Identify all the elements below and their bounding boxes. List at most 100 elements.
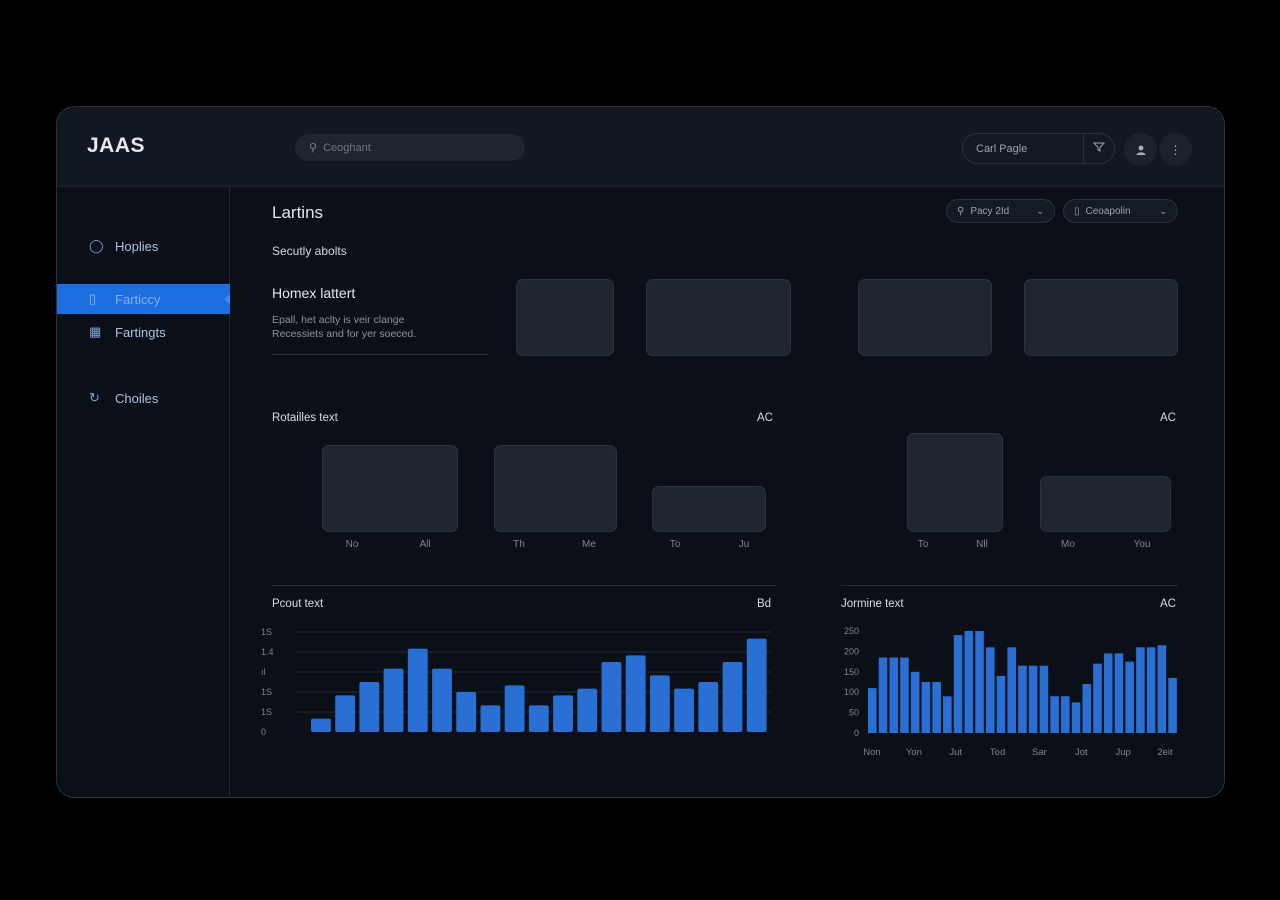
x-tick-label: Jot [1075,747,1088,758]
date-filter-dropdown[interactable]: ⚲ Pacy 2Id ⌄ [946,199,1055,223]
summary-card[interactable] [1024,279,1178,356]
user-avatar-button[interactable] [1124,133,1157,166]
x-tick-label: 2eit [1157,747,1173,758]
y-tick-label: 150 [844,667,859,677]
document-icon: ▯ [1074,205,1080,217]
bar [1136,647,1145,733]
y-tick-label: 1S [261,687,272,697]
panel-b-label: Mo [1061,539,1075,550]
bar [932,682,941,733]
app-logo: JAAS [87,134,146,157]
panel-a-block[interactable] [322,445,458,532]
bar [964,631,974,733]
bar [943,696,952,733]
summary-card[interactable] [858,279,992,356]
bar [1018,665,1027,733]
bar [1061,696,1070,733]
x-tick-label: Jut [949,747,962,758]
bar [577,688,598,732]
panel-b-badge: AC [1160,412,1176,424]
x-tick-label: Yon [906,747,922,758]
summary-card[interactable] [516,279,614,356]
bar [1093,663,1102,733]
panel-a-block[interactable] [494,445,617,532]
bar [601,662,622,732]
bar [1039,665,1049,733]
category-filter-label: Ceoapolin [1085,205,1131,217]
page-subtitle: Secutly abolts [272,244,347,258]
bar [1007,647,1016,733]
bar [1125,661,1134,733]
x-tick-label: Jup [1115,747,1130,758]
user-icon [1136,145,1145,155]
page-select-label: Carl Pagle [976,142,1028,155]
bulb-icon: ◯ [89,238,104,253]
bar [1071,702,1081,733]
bar [504,685,525,732]
chart-right-title: Jormine text [841,598,904,610]
sidebar-item-hoplies[interactable]: ◯ Hoplies [57,231,230,261]
bar [1082,684,1092,733]
search-icon: ⚲ [957,205,965,217]
bar [698,682,719,732]
summary-card[interactable] [646,279,791,356]
bar [1050,696,1059,733]
panel-a-label: No [345,539,359,550]
filter-icon[interactable] [1084,141,1114,156]
intro-line-1: Epall, het aclty is veir clange [272,314,405,326]
chart-left-badge: Bd [757,598,772,610]
panel-b-block[interactable] [907,433,1003,532]
intro-divider [272,354,488,355]
bar [868,688,877,733]
sidebar-item-choiles[interactable]: ↻ Choiles [57,383,230,413]
panel-b-label: You [1133,539,1151,550]
bar [674,688,695,732]
chart-left-title: Pcout text [272,598,324,610]
category-filter-dropdown[interactable]: ▯ Ceoapolin ⌄ [1063,199,1178,223]
x-tick-label: Sar [1032,747,1047,758]
y-tick-label: 1S [261,707,272,717]
bar [1146,647,1156,733]
bar [383,668,404,732]
panel-a-badge: AC [757,412,773,424]
y-tick-label: 0 [854,728,859,738]
page-select-button[interactable]: Carl Pagle [962,133,1115,164]
sidebar-item-fartingts[interactable]: ▦ Fartingts [57,317,230,347]
x-tick-label: Non [863,747,880,758]
bar [975,631,984,733]
page-title: Lartins [272,203,324,222]
panel-a-block[interactable] [652,486,766,532]
panel-b-label: To [917,539,929,550]
bar [878,657,888,733]
document-icon: ▯ [89,291,97,306]
grid-icon: ▦ [89,324,102,339]
sidebar-item-label: Hoplies [115,238,159,254]
bar [528,705,549,732]
bar [359,682,380,732]
app-window: JAAS ⚲ Ceoghant Carl Pagle ⋮ ◯ Hoplies ▯… [56,106,1225,798]
panel-a-label: Ju [738,539,750,550]
chevron-down-icon: ⌄ [1036,205,1044,216]
sidebar-item-farticcy[interactable]: ▯ Farticcy [57,284,230,314]
bar [553,695,573,732]
y-tick-label: 1.4 [261,647,274,657]
panel-a-title: Rotailles text [272,412,338,424]
y-tick-label: 200 [844,646,859,656]
bar [1103,653,1113,733]
y-tick-label: 1S [261,627,272,637]
y-tick-label: 100 [844,687,859,697]
bar [1157,645,1167,733]
bar [900,657,909,733]
bar [1168,677,1177,733]
more-button[interactable]: ⋮ [1159,133,1192,166]
panel-a-label: All [419,539,431,550]
bar [953,635,963,733]
left-bar-chart: 0 1S 1S ıl 1.4 1S [261,627,771,737]
bar [480,705,501,732]
sidebar: ◯ Hoplies ▯ Farticcy ▦ Fartingts ↻ Choil… [57,187,230,797]
bar [985,647,995,733]
search-input[interactable]: ⚲ Ceoghant [295,134,525,161]
bar [889,657,899,733]
bar [335,695,356,732]
panel-b-block[interactable] [1040,476,1171,532]
